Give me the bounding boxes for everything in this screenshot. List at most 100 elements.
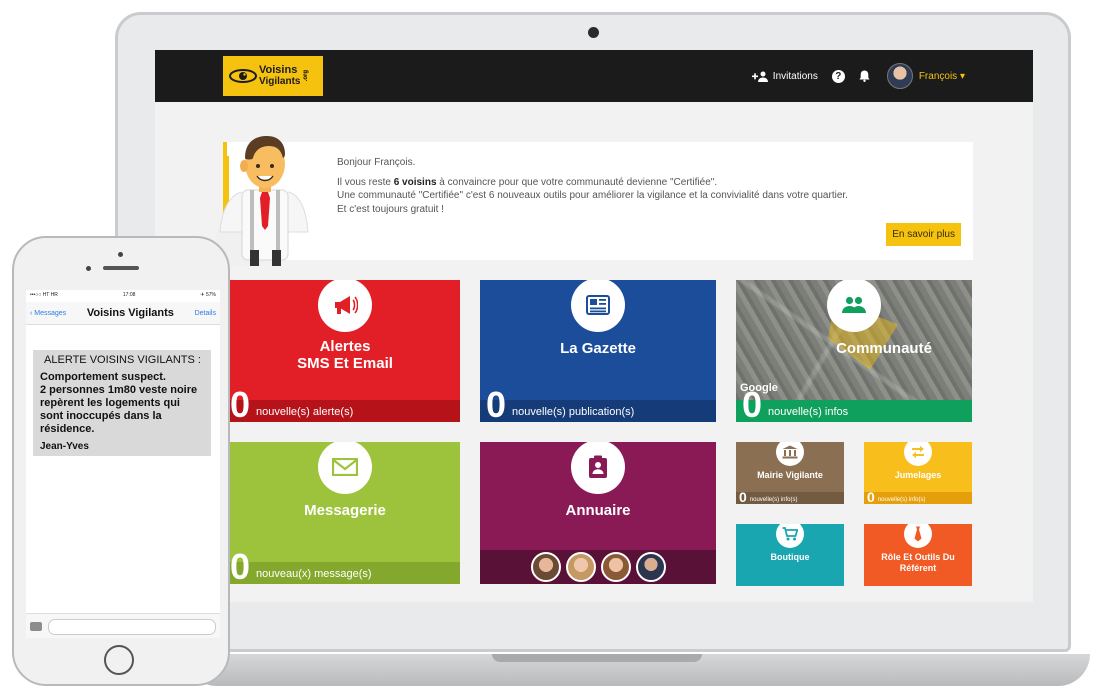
- nav-right: Invitations ? François ▾: [751, 50, 1033, 102]
- messagerie-tile[interactable]: Messagerie 0 nouveau(x) message(s): [230, 442, 460, 584]
- communaute-footer: 0 nouvelle(s) infos: [736, 387, 972, 422]
- conversation-title: Voisins Vigilants: [86, 307, 174, 319]
- notifications-button[interactable]: [859, 70, 873, 82]
- welcome-panel: Bonjour François. Il vous reste 6 voisin…: [223, 142, 973, 260]
- gazette-title: La Gazette: [560, 340, 636, 357]
- jumelages-footer-label: nouvelle(s) info(s): [877, 497, 926, 503]
- sms-body: Comportement suspect. 2 personnes 1m80 v…: [40, 371, 205, 436]
- welcome-line2-pre: Il vous reste: [337, 176, 394, 188]
- invitations-link[interactable]: Invitations: [751, 71, 818, 82]
- sms-bubble: ALERTE VOISINS VIGILANTS : Comportement …: [33, 350, 211, 456]
- phone-sensor: [86, 266, 91, 271]
- help-button[interactable]: ?: [831, 69, 845, 83]
- referent-tile[interactable]: Rôle Et Outils Du Référent: [864, 524, 972, 586]
- user-avatar[interactable]: [886, 63, 913, 89]
- newspaper-icon: [586, 295, 610, 315]
- battery-status: ✈ 57%: [200, 292, 216, 298]
- details-button[interactable]: Details: [195, 310, 216, 317]
- jumelages-title: Jumelages: [894, 470, 942, 480]
- status-time: 17:08: [122, 292, 136, 298]
- alertes-title: Alertes SMS Et Email: [230, 338, 460, 372]
- welcome-text: Bonjour François. Il vous reste 6 voisin…: [337, 156, 848, 216]
- mairie-footer: 0 nouvelle(s) info(s): [736, 489, 844, 504]
- member-avatar[interactable]: [635, 552, 666, 582]
- sms-alert-title: ALERTE VOISINS VIGILANTS :: [44, 354, 201, 366]
- phone-home-button[interactable]: [104, 645, 134, 675]
- logo-text: Voisins Vigilants: [259, 64, 301, 88]
- member-avatar[interactable]: [600, 552, 631, 582]
- camera-icon[interactable]: [30, 622, 42, 631]
- member-avatar[interactable]: [530, 552, 561, 582]
- chevron-down-icon: ▾: [959, 70, 965, 82]
- bell-icon: [859, 70, 870, 82]
- sms-body-line1: Comportement suspect.: [40, 371, 166, 383]
- communaute-count: 0: [742, 384, 763, 423]
- annuaire-icon-circle: [571, 442, 625, 494]
- alertes-tile[interactable]: Alertes SMS Et Email 0 nouvelle(s) alert…: [230, 280, 460, 422]
- communaute-icon-circle: [827, 280, 881, 332]
- boutique-tile[interactable]: Boutique: [736, 524, 844, 586]
- annuaire-title: Annuaire: [565, 502, 631, 519]
- gazette-footer: 0 nouvelle(s) publication(s): [480, 387, 716, 422]
- people-icon: [842, 296, 866, 313]
- welcome-line4: Et c'est toujours gratuit !: [337, 203, 444, 215]
- message-input[interactable]: [48, 619, 216, 635]
- laptop-notch: [492, 654, 702, 662]
- user-menu[interactable]: François ▾: [919, 71, 965, 82]
- welcome-line2: Il vous reste 6 voisins à convaincre pou…: [337, 176, 848, 190]
- gazette-tile[interactable]: La Gazette 0 nouvelle(s) publication(s): [480, 280, 716, 422]
- referent-title-line1: Rôle Et Outils Du: [881, 552, 955, 562]
- jumelages-footer: 0 nouvelle(s) info(s): [864, 490, 972, 504]
- help-icon: ?: [831, 69, 845, 83]
- site-logo[interactable]: Voisins Vigilants .org: [223, 56, 323, 96]
- referent-title: Rôle Et Outils Du Référent: [864, 552, 972, 574]
- mairie-tile[interactable]: Mairie Vigilante 0 nouvelle(s) info(s): [736, 442, 844, 504]
- learn-more-button[interactable]: En savoir plus: [886, 223, 961, 246]
- mairie-title: Mairie Vigilante: [757, 470, 823, 480]
- townhall-icon: [782, 445, 798, 459]
- communaute-title: Communauté: [836, 340, 932, 357]
- mascot-illustration: [216, 136, 309, 266]
- messagerie-footer-label: nouveau(x) message(s): [256, 568, 372, 580]
- messages-header: ‹ Messages Voisins Vigilants Details: [26, 302, 220, 325]
- referent-icon-circle: [904, 524, 932, 548]
- welcome-line2-bold: 6 voisins: [393, 176, 437, 188]
- logo-suffix: .org: [302, 70, 309, 82]
- communaute-footer-label: nouvelle(s) infos: [768, 406, 849, 418]
- gazette-count: 0: [486, 384, 507, 423]
- gazette-icon-circle: [571, 280, 625, 332]
- member-avatar[interactable]: [565, 552, 596, 582]
- megaphone-icon: [335, 296, 358, 314]
- logo-line1: Voisins: [259, 64, 298, 76]
- welcome-line2-post: à convaincre pour que votre communauté d…: [436, 176, 718, 188]
- alertes-footer: 0 nouvelle(s) alerte(s): [230, 387, 460, 422]
- top-navigation-bar: Voisins Vigilants .org Invitations ? Fra…: [155, 50, 1033, 102]
- messagerie-icon-circle: [318, 442, 372, 494]
- alertes-icon-circle: [318, 280, 372, 332]
- annuaire-tile[interactable]: Annuaire: [480, 442, 716, 584]
- exchange-icon: [912, 446, 924, 458]
- member-avatars: [480, 550, 716, 584]
- gazette-footer-label: nouvelle(s) publication(s): [512, 406, 635, 418]
- phone-camera: [118, 252, 123, 257]
- mairie-count: 0: [739, 489, 747, 504]
- messagerie-title: Messagerie: [304, 502, 386, 519]
- phone-speaker: [103, 266, 139, 270]
- sms-signature: Jean-Yves: [40, 441, 89, 452]
- add-users-icon: [751, 71, 768, 82]
- alertes-footer-label: nouvelle(s) alerte(s): [256, 406, 354, 418]
- alertes-count: 0: [230, 384, 251, 423]
- mairie-footer-label: nouvelle(s) info(s): [749, 497, 798, 503]
- jumelages-tile[interactable]: Jumelages 0 nouvelle(s) info(s): [864, 442, 972, 504]
- welcome-greeting: Bonjour François.: [337, 157, 416, 168]
- mairie-icon-circle: [776, 442, 804, 466]
- communaute-tile[interactable]: Communauté Google 0 nouvelle(s) infos: [736, 280, 972, 422]
- messagerie-footer: 0 nouveau(x) message(s): [230, 549, 460, 584]
- sms-body-line2: 2 personnes 1m80 veste noire repèrent le…: [40, 384, 198, 435]
- alertes-title-line2: SMS Et Email: [297, 355, 393, 372]
- alertes-title-line1: Alertes: [319, 338, 371, 355]
- back-to-messages-button[interactable]: ‹ Messages: [30, 310, 66, 317]
- cart-icon: [782, 527, 798, 541]
- messagerie-count: 0: [230, 546, 251, 585]
- boutique-icon-circle: [776, 524, 804, 548]
